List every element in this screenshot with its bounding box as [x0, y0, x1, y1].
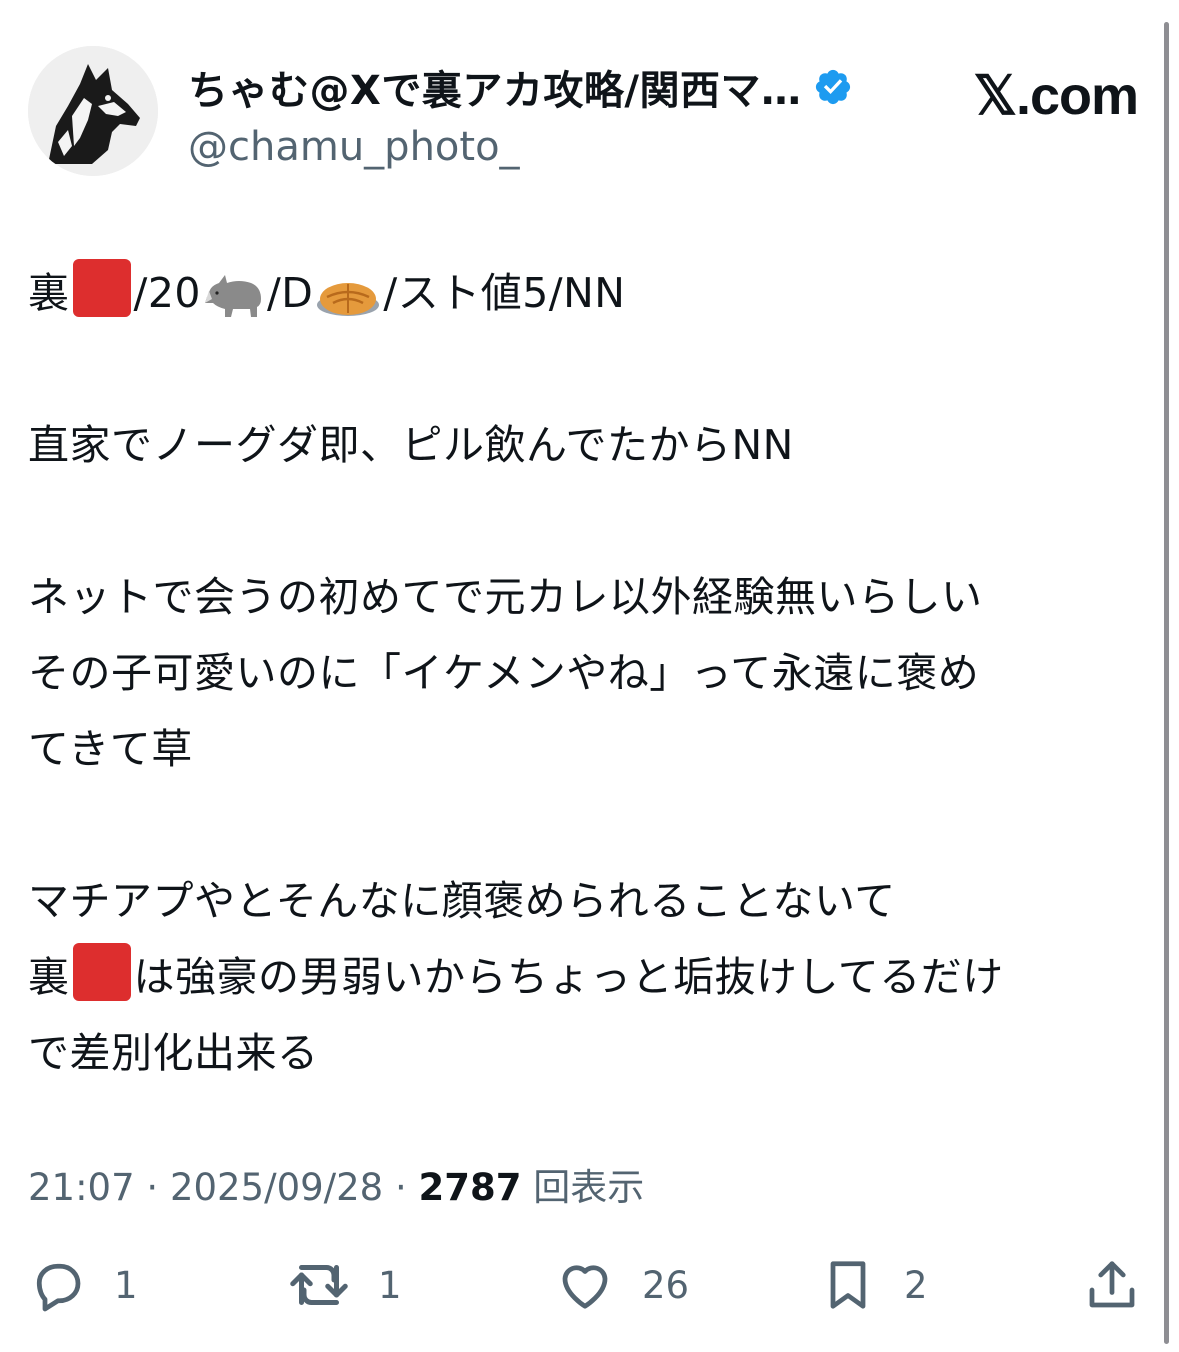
post-line-3: ネットで会うの初めてで元カレ以外経験無いらしい	[28, 573, 983, 621]
post-line-4: その子可愛いのに「イケメンやね」って永遠に褒め	[28, 649, 980, 697]
post-meta: 21:07 · 2025/09/28 · 2787 回表示	[28, 1157, 644, 1211]
views-label: 回表示	[521, 1166, 645, 1209]
heart-icon	[562, 1265, 608, 1309]
reply-button[interactable]: 1	[28, 1252, 138, 1318]
text-segment: /D	[266, 269, 314, 317]
action-bar: 1 1 26 2	[28, 1252, 1148, 1322]
repost-count: 1	[378, 1263, 402, 1307]
text-segment: /スト値5/NN	[383, 269, 626, 317]
text-segment: 裏	[28, 953, 70, 1001]
avatar[interactable]	[28, 46, 158, 176]
text-segment: は強豪の男弱いからちょっと垢抜けしてるだけ	[133, 953, 1004, 1001]
red-square-emoji	[72, 259, 131, 317]
text-segment: 裏	[28, 269, 70, 317]
display-name[interactable]: ちゃむ@Xで裏アカ攻略/関西マ…	[188, 58, 801, 116]
share-button[interactable]	[1082, 1252, 1142, 1318]
post-line-8: で差別化出来る	[28, 1029, 319, 1077]
rhinoceros-emoji	[204, 275, 261, 317]
bookmark-count: 2	[904, 1263, 928, 1307]
post-line-2: 直家でノーグダ即、ピル飲んでたからNN	[28, 421, 794, 469]
author-names: ちゃむ@Xで裏アカ攻略/関西マ… @chamu_photo_	[188, 58, 853, 170]
post-line-7: 裏 は強豪の男弱いからちょっと垢抜けしてるだけ	[28, 939, 1148, 1015]
like-button[interactable]: 26	[554, 1252, 689, 1318]
repost-icon	[290, 1265, 348, 1305]
wolf-avatar-icon	[28, 46, 158, 176]
pie-emoji	[317, 283, 380, 316]
post-line-5: てきて草	[28, 725, 193, 773]
repost-button[interactable]: 1	[286, 1252, 402, 1318]
x-brand-logo[interactable]: 𝕏.com	[973, 64, 1139, 127]
post-line-6: マチアプやとそんなに顔褒められることないて	[28, 877, 896, 925]
bookmark-icon	[830, 1261, 866, 1309]
share-icon	[1089, 1261, 1135, 1308]
bookmark-button[interactable]: 2	[818, 1252, 928, 1318]
separator: ·	[134, 1166, 170, 1209]
text-segment: /20	[133, 269, 201, 317]
post-header: ちゃむ@Xで裏アカ攻略/関西マ… @chamu_photo_ 𝕏.com	[28, 46, 1139, 178]
verified-badge-icon	[816, 69, 851, 105]
separator: ·	[383, 1166, 419, 1209]
reply-icon	[36, 1263, 81, 1312]
post-text: 裏/20 /D /スト値5/NN 直家でノーグダ即、ピル飲んでたからNN ネット…	[28, 255, 1148, 1091]
post-line-1: 裏/20 /D /スト値5/NN	[28, 255, 1148, 331]
like-count: 26	[642, 1263, 690, 1307]
red-square-emoji	[72, 943, 131, 1001]
views-count: 2787	[418, 1166, 522, 1209]
post-date[interactable]: 2025/09/28	[170, 1166, 383, 1209]
reply-count: 1	[114, 1263, 138, 1307]
scrollbar[interactable]	[1164, 22, 1169, 1344]
handle[interactable]: @chamu_photo_	[188, 124, 853, 170]
post-time[interactable]: 21:07	[28, 1166, 135, 1209]
